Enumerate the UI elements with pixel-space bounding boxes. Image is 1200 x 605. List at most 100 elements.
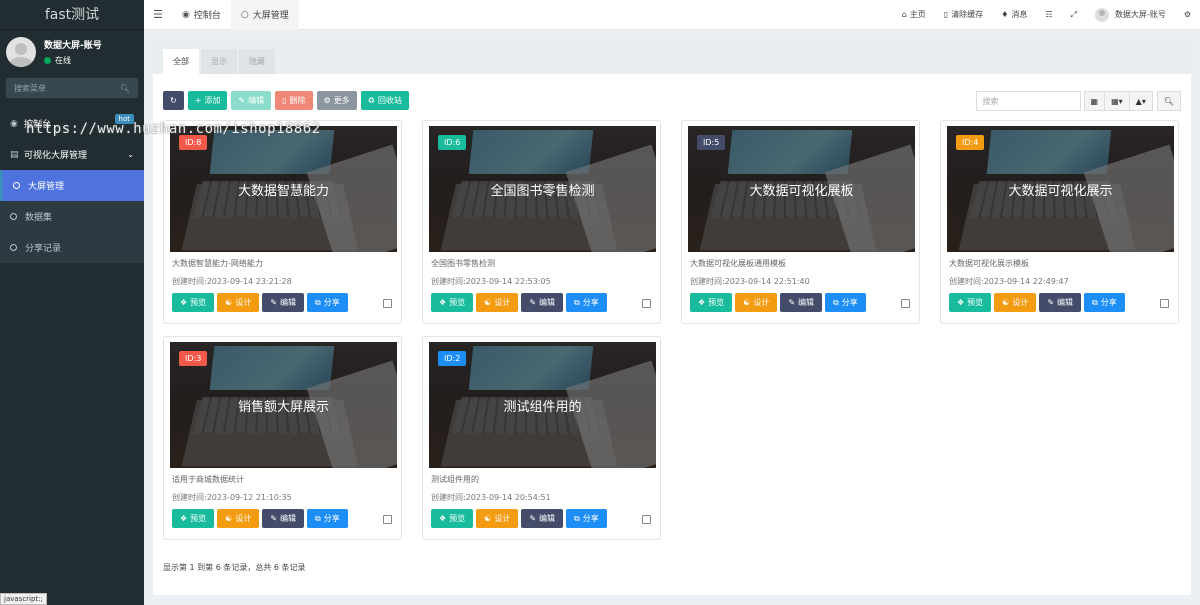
tab-hidden[interactable]: 隐藏 <box>239 49 275 74</box>
share-icon: ⧉ <box>315 298 321 308</box>
share-icon: ⧉ <box>833 298 839 308</box>
columns-button[interactable]: ▦▾ <box>1104 91 1130 111</box>
filter-tabs: 全部 显示 隐藏 <box>153 40 1191 74</box>
edit-button[interactable]: ✎ 编辑 <box>262 293 304 312</box>
screen-thumbnail[interactable]: 销售额大屏展示 ID:3 <box>170 342 397 468</box>
recycle-label: 回收站 <box>378 95 402 106</box>
id-badge: ID:6 <box>438 135 466 150</box>
search-placeholder: 搜索 <box>983 96 999 107</box>
language-icon[interactable]: ☶ <box>1036 10 1061 19</box>
fullscreen-icon[interactable]: ⤢ <box>1062 10 1086 20</box>
tab-visible[interactable]: 显示 <box>201 49 237 74</box>
design-icon: ☯ <box>743 298 750 307</box>
sidebar-item-screen-management[interactable]: 大屏管理 <box>0 170 144 201</box>
edit-button[interactable]: ✎ 编辑 <box>1039 293 1081 312</box>
edit-button[interactable]: ✎ 编辑 <box>521 509 563 528</box>
circle-icon <box>13 182 20 189</box>
screen-card: 大数据智慧能力 ID:8 大数据智慧能力-网络能力 创建时间:2023-09-1… <box>163 120 402 324</box>
add-button[interactable]: + 添加 <box>188 91 228 110</box>
more-button[interactable]: ⚙ 更多 <box>317 91 357 110</box>
preview-label: 预览 <box>967 297 983 308</box>
search-icon[interactable]: 🔍︎ <box>120 84 130 93</box>
screen-thumbnail[interactable]: 全国图书零售检测 ID:6 <box>429 126 656 252</box>
share-button[interactable]: ⧉ 分享 <box>825 293 866 312</box>
share-button[interactable]: ⧉ 分享 <box>566 293 607 312</box>
pagination-info: 显示第 1 到第 6 条记录，总共 6 条记录 <box>163 562 306 573</box>
select-checkbox[interactable] <box>383 299 392 308</box>
select-checkbox[interactable] <box>642 299 651 308</box>
sidebar-search-input[interactable]: 搜索菜单 🔍︎ <box>6 78 138 98</box>
user-status-label: 在线 <box>55 55 71 66</box>
tab-screen-management[interactable]: ○ 大屏管理 <box>231 0 299 30</box>
preview-button[interactable]: ❖ 预览 <box>172 293 214 312</box>
share-button[interactable]: ⧉ 分享 <box>1084 293 1125 312</box>
preview-button[interactable]: ❖ 预览 <box>690 293 732 312</box>
share-button[interactable]: ⧉ 分享 <box>307 509 348 528</box>
screen-thumbnail[interactable]: 大数据可视化展板 ID:5 <box>688 126 915 252</box>
browser-status-bar: javascript:; <box>0 593 47 605</box>
design-icon: ☯ <box>1002 298 1009 307</box>
table-icon: ▤ <box>10 150 24 160</box>
share-icon: ⧉ <box>1092 298 1098 308</box>
design-button[interactable]: ☯ 设计 <box>217 509 259 528</box>
pencil-icon: ✎ <box>788 298 795 307</box>
tab-label: 大屏管理 <box>253 8 289 21</box>
edit-button[interactable]: ✎ 编辑 <box>780 293 822 312</box>
preview-button[interactable]: ❖ 预览 <box>431 509 473 528</box>
screen-description: 大数据可视化展示模板 <box>949 258 1029 269</box>
preview-label: 预览 <box>190 297 206 308</box>
chevron-down-icon: ⌄ <box>127 150 134 159</box>
design-button[interactable]: ☯ 设计 <box>476 293 518 312</box>
sidebar-item-dataset[interactable]: 数据集 <box>0 201 144 232</box>
menu-toggle-icon[interactable]: ☰ <box>144 8 172 21</box>
edit-button[interactable]: ✎ 编辑 <box>262 509 304 528</box>
edit-button[interactable]: ✎ 编辑 <box>521 293 563 312</box>
select-checkbox[interactable] <box>901 299 910 308</box>
preview-label: 预览 <box>708 297 724 308</box>
clear-cache-button[interactable]: ▯ 清除缓存 <box>935 9 992 20</box>
delete-button[interactable]: ▯ 删除 <box>275 91 312 110</box>
design-button[interactable]: ☯ 设计 <box>735 293 777 312</box>
avatar <box>1095 8 1109 22</box>
screen-thumbnail[interactable]: 测试组件用的 ID:2 <box>429 342 656 468</box>
search-input[interactable]: 搜索 <box>976 91 1081 111</box>
user-menu[interactable]: 数据大屏-账号 <box>1086 8 1175 22</box>
export-button[interactable]: ▲▾ <box>1129 91 1153 111</box>
table-tools: 搜索 ▦ ▦▾ ▲▾ 🔍︎ <box>976 91 1181 111</box>
edit-label: 编辑 <box>539 513 555 524</box>
sidebar-item-screen-management-group[interactable]: ▤ 可视化大屏管理 ⌄ <box>0 139 144 170</box>
recycle-bin-button[interactable]: ♻ 回收站 <box>361 91 409 110</box>
preview-label: 预览 <box>449 297 465 308</box>
design-button[interactable]: ☯ 设计 <box>994 293 1036 312</box>
tab-dashboard[interactable]: ◉ 控制台 <box>172 0 231 30</box>
toggle-view-button[interactable]: ▦ <box>1084 91 1106 111</box>
refresh-button[interactable]: ↻ <box>163 91 184 110</box>
screen-description: 测试组件用的 <box>431 474 479 485</box>
sidebar-item-share-records[interactable]: 分享记录 <box>0 232 144 263</box>
edit-label: 编辑 <box>280 297 296 308</box>
select-checkbox[interactable] <box>383 515 392 524</box>
home-link[interactable]: ⌂ 主页 <box>893 9 935 20</box>
preview-button[interactable]: ❖ 预览 <box>172 509 214 528</box>
edit-button[interactable]: ✎ 编辑 <box>231 91 271 110</box>
app-logo[interactable]: fast测试 <box>0 0 144 30</box>
screen-created-time: 创建时间:2023-09-14 23:21:28 <box>172 276 292 287</box>
select-checkbox[interactable] <box>1160 299 1169 308</box>
design-button[interactable]: ☯ 设计 <box>476 509 518 528</box>
advanced-search-button[interactable]: 🔍︎ <box>1157 91 1181 111</box>
settings-icon[interactable]: ⚙ <box>1175 10 1200 19</box>
tab-all[interactable]: 全部 <box>163 49 199 74</box>
design-button[interactable]: ☯ 设计 <box>217 293 259 312</box>
preview-button[interactable]: ❖ 预览 <box>431 293 473 312</box>
select-checkbox[interactable] <box>642 515 651 524</box>
share-icon: ⧉ <box>574 298 580 308</box>
share-button[interactable]: ⧉ 分享 <box>566 509 607 528</box>
screen-thumbnail[interactable]: 大数据智慧能力 ID:8 <box>170 126 397 252</box>
screen-thumbnail[interactable]: 大数据可视化展示 ID:4 <box>947 126 1174 252</box>
design-icon: ☯ <box>225 514 232 523</box>
share-button[interactable]: ⧉ 分享 <box>307 293 348 312</box>
screen-card: 销售额大屏展示 ID:3 适用于商城数据统计 创建时间:2023-09-12 2… <box>163 336 402 540</box>
messages-link[interactable]: ♦ 消息 <box>992 9 1036 20</box>
preview-button[interactable]: ❖ 预览 <box>949 293 991 312</box>
avatar <box>6 37 36 67</box>
